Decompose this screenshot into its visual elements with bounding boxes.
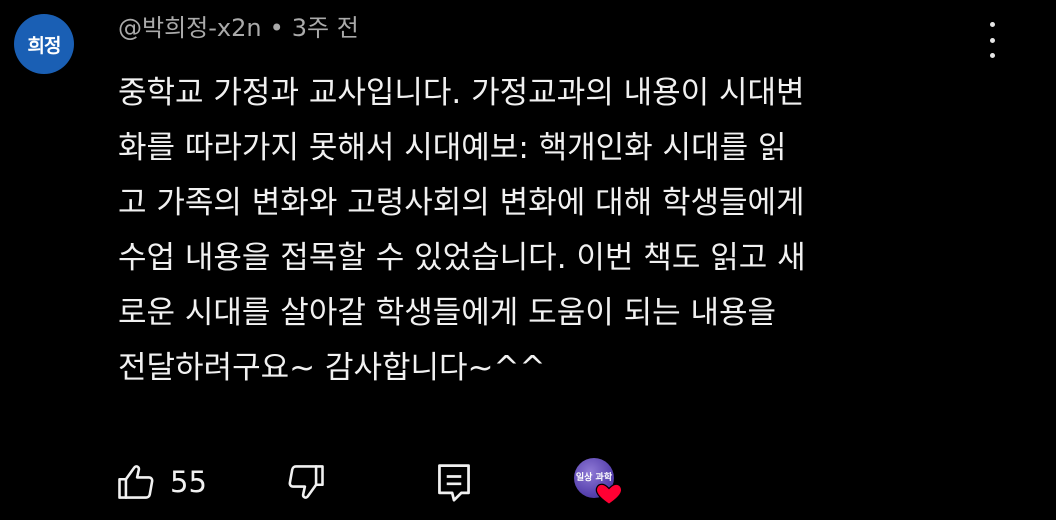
comment-line: 로운 시대를 살아갈 학생들에게 도움이 되는 내용을 — [118, 295, 777, 331]
avatar[interactable]: 희정 — [14, 14, 74, 74]
comment-icon — [438, 464, 470, 502]
creator-heart[interactable]: 일상 과학 — [570, 456, 623, 508]
meta-separator: • — [269, 14, 284, 42]
comment-header: @박희정-x2n • 3주 전 — [118, 8, 978, 48]
reply-button[interactable] — [434, 456, 474, 508]
comment-line: 화를 따라가지 못해서 시대예보: 핵개인화 시대를 읽 — [118, 130, 787, 166]
like-button[interactable]: 55 — [114, 456, 207, 508]
comment: @박희정-x2n • 3주 전 중학교 가정과 교사입니다. 가정교과의 내용이 시… — [118, 8, 978, 396]
dislike-button[interactable] — [284, 456, 328, 508]
more-vertical-icon[interactable] — [980, 22, 1004, 58]
author-name[interactable]: @박희정-x2n — [118, 14, 262, 42]
comment-line: 전달하려구요~ 감사합니다~^^ — [118, 350, 546, 386]
comment-line: 중학교 가정과 교사입니다. 가정교과의 내용이 시대변 — [118, 75, 805, 111]
like-count: 55 — [170, 465, 207, 499]
avatar-initials: 희정 — [27, 34, 62, 57]
heart-icon — [595, 483, 623, 505]
thumbs-down-icon — [288, 465, 324, 499]
thumbs-up-icon — [118, 465, 154, 499]
comment-timestamp[interactable]: 3주 전 — [292, 14, 359, 42]
comment-line: 고 가족의 변화와 고령사회의 변화에 대해 학생들에게 — [118, 185, 805, 221]
comment-text: 중학교 가정과 교사입니다. 가정교과의 내용이 시대변 화를 따라가지 못해서… — [118, 66, 978, 396]
comment-actions: 55 일상 과학 — [114, 456, 674, 508]
comment-line: 수업 내용을 접목할 수 있었습니다. 이번 책도 읽고 새 — [118, 240, 806, 276]
